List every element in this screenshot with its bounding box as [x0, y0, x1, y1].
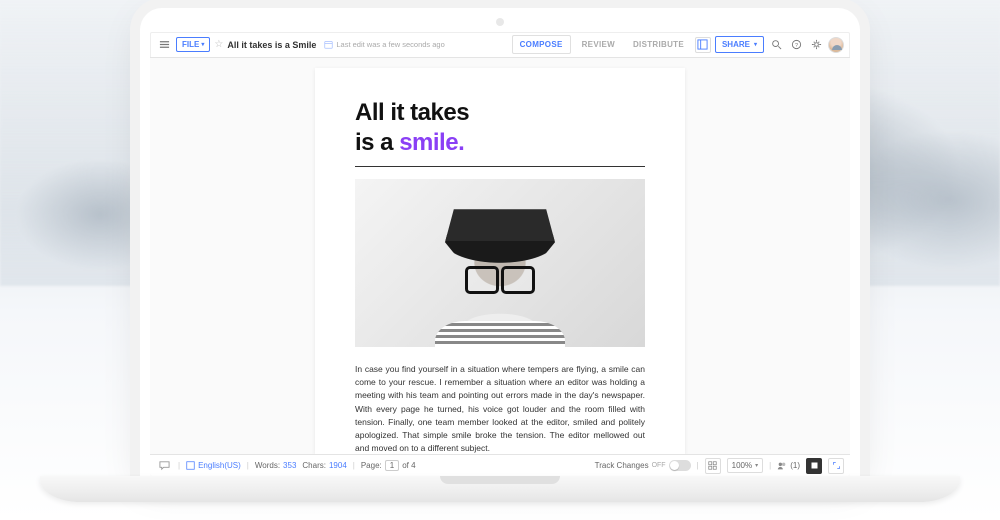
document-title[interactable]: All it takes is a Smile: [227, 40, 316, 50]
char-count[interactable]: Chars: 1904: [302, 461, 346, 470]
word-count[interactable]: Words: 353: [255, 461, 297, 470]
laptop-base: [40, 476, 960, 502]
svg-text:?: ?: [794, 43, 797, 49]
save-status: Last edit was a few seconds ago: [324, 40, 444, 49]
tab-review[interactable]: REVIEW: [575, 36, 622, 53]
app-window: FILE ☆ All it takes is a Smile Last edit…: [150, 32, 850, 476]
heading-rule: [355, 166, 645, 167]
status-bar: | English(US) | Words: 353 Chars: 1904 |…: [150, 454, 850, 476]
user-avatar[interactable]: [828, 37, 844, 53]
search-icon[interactable]: [768, 37, 784, 53]
help-icon[interactable]: ?: [788, 37, 804, 53]
clock-icon: [324, 40, 333, 49]
people-icon: [777, 461, 787, 471]
zoom-selector[interactable]: 100%: [727, 458, 763, 473]
track-changes-toggle[interactable]: Track Changes OFF: [595, 460, 691, 471]
file-menu-label: FILE: [182, 40, 199, 49]
expand-icon[interactable]: [828, 458, 844, 474]
file-menu-button[interactable]: FILE: [176, 37, 210, 52]
page-heading[interactable]: All it takes is a smile.: [355, 98, 645, 158]
page-indicator[interactable]: Page: 1 of 4: [361, 460, 416, 471]
tab-compose[interactable]: COMPOSE: [512, 35, 571, 54]
share-button[interactable]: SHARE: [715, 36, 764, 53]
dark-mode-icon[interactable]: [806, 458, 822, 474]
article-image[interactable]: [355, 179, 645, 347]
document-canvas[interactable]: All it takes is a smile. In case you fin…: [150, 58, 850, 454]
layout-icon[interactable]: [695, 37, 711, 53]
toggle-switch[interactable]: [669, 460, 691, 471]
collaborators-indicator[interactable]: (1): [777, 461, 800, 471]
tab-distribute[interactable]: DISTRIBUTE: [626, 36, 691, 53]
document-page[interactable]: All it takes is a smile. In case you fin…: [315, 68, 685, 454]
grid-view-icon[interactable]: [705, 458, 721, 474]
globe-icon: [186, 461, 195, 470]
menu-icon[interactable]: [156, 37, 172, 53]
article-body[interactable]: In case you find yourself in a situation…: [355, 363, 645, 454]
top-toolbar: FILE ☆ All it takes is a Smile Last edit…: [150, 32, 850, 58]
laptop-frame: FILE ☆ All it takes is a Smile Last edit…: [140, 8, 860, 476]
settings-icon[interactable]: [808, 37, 824, 53]
share-label: SHARE: [722, 40, 750, 49]
comment-icon[interactable]: [156, 458, 172, 474]
star-icon[interactable]: ☆: [214, 39, 223, 50]
laptop-camera: [496, 18, 504, 26]
language-selector[interactable]: English(US): [186, 461, 241, 470]
